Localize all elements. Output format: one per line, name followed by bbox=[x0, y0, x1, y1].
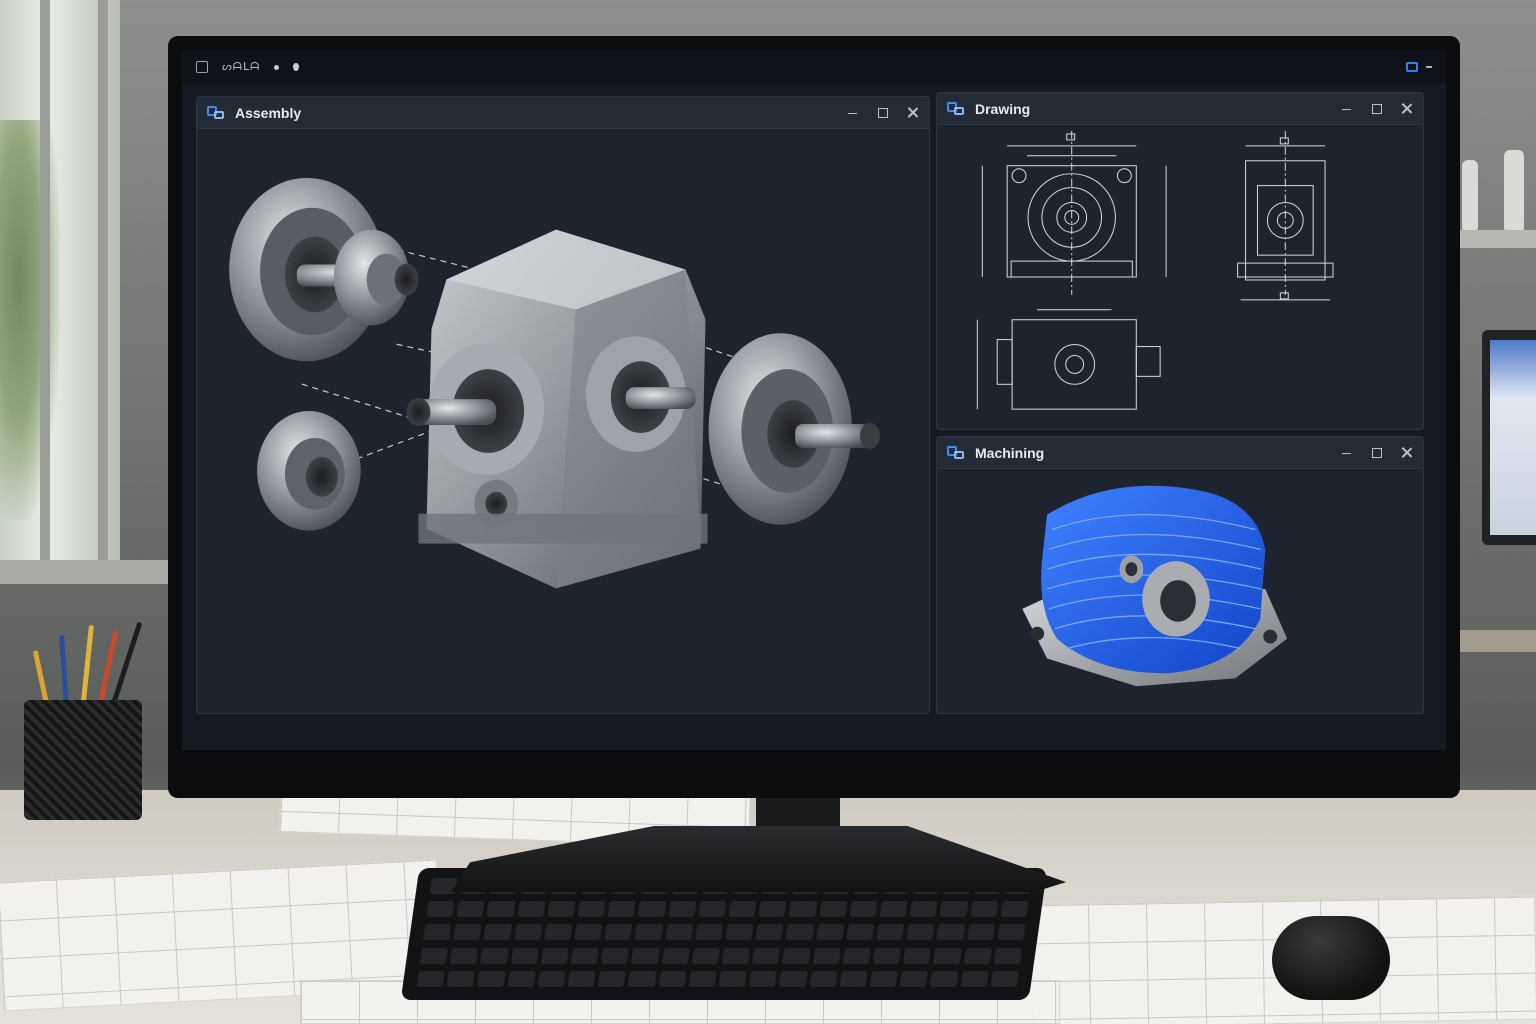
assembly-viewport[interactable] bbox=[197, 130, 929, 713]
minimize-icon[interactable] bbox=[1341, 103, 1353, 115]
drawing-title: Drawing bbox=[975, 100, 1031, 117]
drawing-window-controls bbox=[1341, 103, 1413, 115]
assembly-window-controls bbox=[847, 107, 919, 119]
close-icon[interactable] bbox=[1401, 447, 1413, 459]
assembly-title: Assembly bbox=[235, 104, 302, 121]
taskbar-tray bbox=[1406, 62, 1432, 72]
machining-viewport[interactable] bbox=[937, 470, 1423, 713]
drawing-dimension-marks bbox=[1066, 133, 1289, 300]
wall-shelf bbox=[0, 560, 180, 584]
toolpath-model bbox=[1022, 485, 1288, 687]
machining-title-bar[interactable]: Machining bbox=[937, 437, 1423, 469]
window-mullion bbox=[98, 0, 108, 560]
maximize-icon[interactable] bbox=[1371, 447, 1383, 459]
close-icon[interactable] bbox=[1401, 103, 1413, 115]
cad-window-icon bbox=[947, 101, 965, 116]
background-monitor-screen bbox=[1490, 340, 1536, 535]
cad-window-icon bbox=[947, 445, 965, 460]
maximize-icon[interactable] bbox=[877, 107, 889, 119]
assembly-title-bar[interactable]: Assembly bbox=[197, 97, 929, 129]
pen-cup bbox=[24, 700, 142, 820]
exploded-gearbox-model bbox=[229, 177, 880, 589]
maximize-icon[interactable] bbox=[1371, 103, 1383, 115]
tray-minimize-icon[interactable] bbox=[1426, 66, 1432, 68]
taskbar-app-text[interactable]: ᔕᗩᒪᗩ bbox=[222, 60, 260, 74]
side-view bbox=[1237, 130, 1334, 301]
technical-drawing-views bbox=[976, 130, 1334, 410]
cad-window-icon bbox=[207, 105, 225, 120]
drawing-title-bar[interactable]: Drawing bbox=[937, 93, 1423, 125]
minimize-icon[interactable] bbox=[1341, 447, 1353, 459]
machining-window[interactable]: Machining bbox=[936, 436, 1424, 714]
top-taskbar: ᔕᗩᒪᗩ bbox=[182, 50, 1446, 84]
right-flange-part bbox=[708, 333, 880, 525]
drawing-window[interactable]: Drawing bbox=[936, 92, 1424, 430]
trees-outside bbox=[0, 120, 60, 520]
display-icon[interactable] bbox=[1406, 62, 1418, 72]
gearbox-housing-part bbox=[406, 229, 708, 589]
left-bearing-part bbox=[257, 411, 361, 531]
drop-icon[interactable] bbox=[293, 63, 300, 71]
machining-title: Machining bbox=[975, 444, 1045, 461]
office-window bbox=[0, 0, 120, 560]
monitor-screen: ᔕᗩᒪᗩ Assembly Drawing Machining bbox=[182, 50, 1446, 750]
background-monitor bbox=[1482, 330, 1536, 545]
front-view bbox=[981, 130, 1167, 295]
bottle bbox=[1462, 160, 1478, 230]
left-flange-part bbox=[229, 177, 419, 362]
machining-window-controls bbox=[1341, 447, 1413, 459]
drawing-viewport[interactable] bbox=[937, 126, 1423, 429]
window-switcher-icon[interactable] bbox=[196, 61, 208, 73]
computer-mouse[interactable] bbox=[1272, 916, 1390, 1000]
minimize-icon[interactable] bbox=[847, 107, 859, 119]
close-icon[interactable] bbox=[907, 107, 919, 119]
status-dot-icon[interactable] bbox=[274, 64, 280, 70]
bottle bbox=[1504, 150, 1524, 230]
assembly-window[interactable]: Assembly bbox=[196, 96, 930, 714]
wall-shelf bbox=[1456, 230, 1536, 248]
top-view bbox=[976, 309, 1161, 410]
window-mullion bbox=[40, 0, 50, 560]
